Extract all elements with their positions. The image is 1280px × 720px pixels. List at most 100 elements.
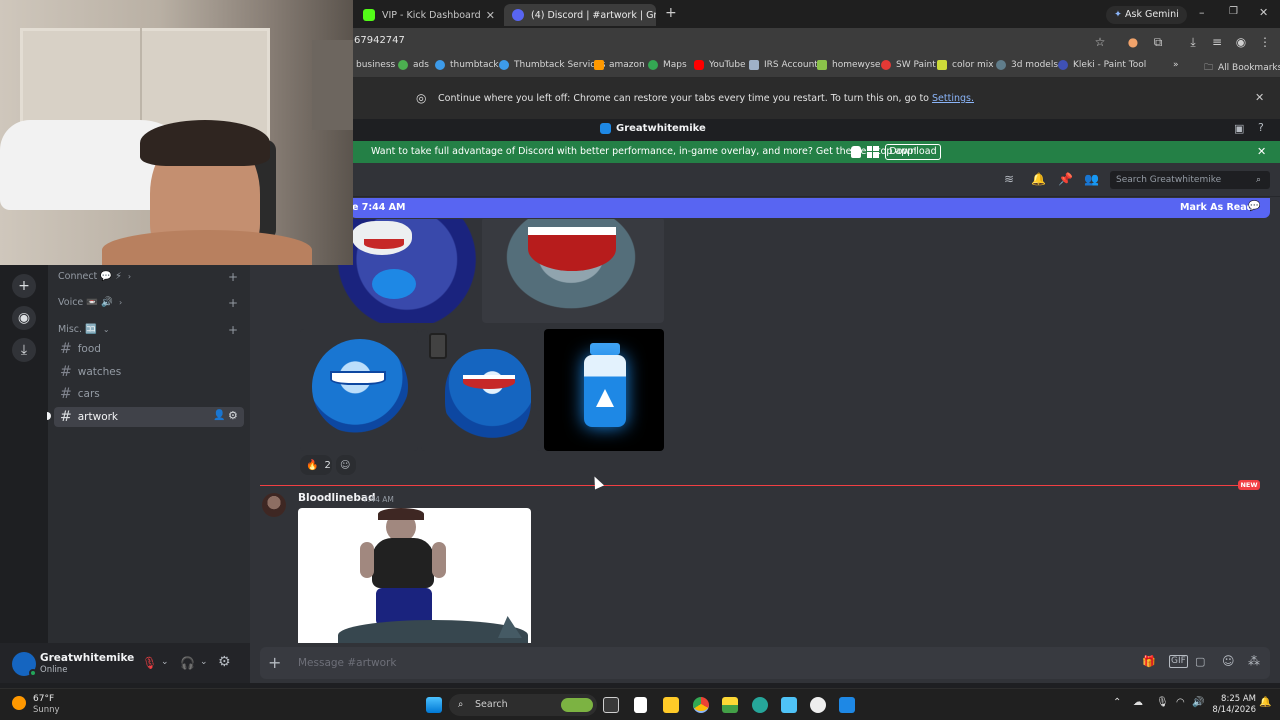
gift-icon[interactable]: 🎁 xyxy=(1142,655,1156,668)
discover-icon[interactable]: ◉ xyxy=(12,306,36,330)
bookmark-item[interactable]: ads xyxy=(398,60,429,70)
bell-icon[interactable]: 🔔 xyxy=(1031,172,1046,186)
man-riding-shark-image[interactable] xyxy=(298,508,531,643)
close-icon[interactable]: ✕ xyxy=(1257,145,1266,158)
chrome-icon[interactable] xyxy=(693,697,709,713)
close-window-icon[interactable]: ✕ xyxy=(1259,6,1268,19)
edge-icon[interactable] xyxy=(752,697,768,713)
category-voice[interactable]: Voice 📼 🔊 › + xyxy=(58,296,238,310)
star-icon[interactable]: ☆ xyxy=(1092,34,1108,50)
chevron-down-icon[interactable]: ⌄ xyxy=(200,657,208,667)
weather-text[interactable]: Sunny xyxy=(33,705,60,715)
sticker-icon[interactable]: ▢ xyxy=(1195,655,1205,668)
volume-icon[interactable]: 🔊 xyxy=(1192,697,1204,708)
headphones-icon[interactable]: 🎧 xyxy=(180,656,195,670)
chevron-up-icon[interactable]: ⌃ xyxy=(1113,697,1121,708)
category-misc[interactable]: Misc. 🈁 ⌄ + xyxy=(58,323,238,337)
close-icon[interactable]: ✕ xyxy=(486,9,495,22)
threads-icon[interactable]: ≋ xyxy=(1004,172,1014,186)
mark-as-read-button[interactable]: Mark As Read xyxy=(1180,202,1253,213)
ask-gemini-button[interactable]: ✦ Ask Gemini xyxy=(1106,6,1187,24)
bookmark-item[interactable]: amazon xyxy=(594,60,645,70)
inbox-icon[interactable]: ▣ xyxy=(1234,122,1244,135)
task-view-icon[interactable] xyxy=(603,697,619,713)
help-icon[interactable]: ? xyxy=(1258,121,1264,134)
download-button[interactable]: Download xyxy=(885,144,941,160)
channel-food[interactable]: # food xyxy=(54,339,244,359)
bookmark-item[interactable]: Maps xyxy=(648,60,687,70)
close-icon[interactable]: ✕ xyxy=(1255,91,1264,104)
obs-icon[interactable] xyxy=(810,697,826,713)
clock-date[interactable]: 8/14/2026 xyxy=(1210,705,1256,715)
bookmark-item[interactable]: color mix xyxy=(937,60,994,70)
extension-avatar-icon[interactable]: ● xyxy=(1125,34,1141,50)
gif-icon[interactable]: GIF xyxy=(1169,655,1188,668)
app-icon[interactable] xyxy=(839,697,855,713)
bookmark-item[interactable]: homewyse xyxy=(817,60,880,70)
gear-icon[interactable]: ⚙ xyxy=(228,409,238,422)
download-icon[interactable]: ⤓ xyxy=(1185,34,1201,50)
download-apps-icon[interactable]: ⤓ xyxy=(12,338,36,362)
reaction-fire[interactable]: 🔥 2 xyxy=(300,455,332,475)
clock-time[interactable]: 8:25 AM xyxy=(1216,694,1256,704)
notification-bell-icon[interactable]: 🔔 xyxy=(1259,697,1271,708)
app-icon[interactable] xyxy=(722,697,738,713)
microphone-icon[interactable]: 🎙 xyxy=(1156,697,1169,708)
add-channel-icon[interactable]: + xyxy=(228,270,238,284)
settings-gear-icon[interactable]: ⚙ xyxy=(218,654,231,670)
bookmark-item[interactable]: 3d models xyxy=(996,60,1058,70)
bookmark-item[interactable]: Kleki - Paint Tool xyxy=(1058,60,1146,70)
taskbar-search[interactable]: ⌕ Search xyxy=(449,694,597,716)
bookmark-item[interactable]: IRS Account xyxy=(749,60,818,70)
shark-selfie-image[interactable] xyxy=(421,329,541,451)
bookmark-item[interactable]: SW Paint xyxy=(881,60,936,70)
avatar[interactable] xyxy=(262,493,286,517)
channel-watches[interactable]: # watches xyxy=(54,362,244,382)
invite-icon[interactable]: 👤 xyxy=(213,410,225,421)
mic-muted-icon[interactable]: 🎙 xyxy=(142,656,157,670)
url-text[interactable]: 67942747 xyxy=(354,35,405,46)
windows-start-icon[interactable] xyxy=(426,697,442,713)
tab-kick-dashboard[interactable]: VIP - Kick Dashboard ✕ xyxy=(355,4,503,26)
menu-icon[interactable]: ⋮ xyxy=(1257,34,1273,50)
tab-discord[interactable]: (4) Discord | #artwork | Greatwhitemike … xyxy=(504,4,656,26)
shark-syringe-image[interactable] xyxy=(300,329,418,451)
all-bookmarks[interactable]: 🗀 All Bookmarks xyxy=(1204,60,1280,76)
add-channel-icon[interactable]: + xyxy=(228,296,238,310)
vial-image[interactable] xyxy=(544,329,664,451)
add-reaction-button[interactable]: ☺ xyxy=(336,455,356,475)
members-icon[interactable]: 👥 xyxy=(1084,172,1099,186)
avatar[interactable] xyxy=(12,652,37,677)
new-tab-icon[interactable]: + xyxy=(665,5,677,21)
add-server-icon[interactable]: + xyxy=(12,274,36,298)
add-channel-icon[interactable]: + xyxy=(228,323,238,337)
notes-icon[interactable] xyxy=(781,697,797,713)
category-connect[interactable]: Connect 💬 ⚡ › + xyxy=(58,270,238,284)
profile-icon[interactable]: ◉ xyxy=(1233,34,1249,50)
minimize-icon[interactable]: – xyxy=(1199,6,1205,19)
emoji-icon[interactable]: ☺ xyxy=(1222,654,1235,668)
media-icon[interactable]: ≡ xyxy=(1209,34,1225,50)
more-bookmarks-icon[interactable]: » xyxy=(1173,60,1179,70)
extensions-icon[interactable]: ⧉ xyxy=(1150,34,1166,50)
wifi-icon[interactable]: ◠ xyxy=(1176,697,1185,708)
weather-temp[interactable]: 67°F xyxy=(33,694,54,704)
shark-grin-image[interactable] xyxy=(482,219,664,323)
bookmark-item[interactable]: YouTube xyxy=(694,60,746,70)
bookmark-item[interactable]: thumbtack xyxy=(435,60,499,70)
notepad-icon[interactable] xyxy=(634,697,647,713)
search-input[interactable]: Search Greatwhitemike ⌕ xyxy=(1110,171,1270,189)
channel-cars[interactable]: # cars xyxy=(54,384,244,404)
settings-link[interactable]: Settings. xyxy=(932,93,974,104)
network-status-icon[interactable]: ☁ xyxy=(1133,697,1143,708)
bookmark-item[interactable]: Thumbtack Services xyxy=(499,60,605,70)
add-attachment-icon[interactable]: + xyxy=(268,653,281,672)
restore-window-icon[interactable]: ❐ xyxy=(1229,6,1238,17)
chevron-down-icon[interactable]: ⌄ xyxy=(161,657,169,667)
pin-icon[interactable]: 📌 xyxy=(1058,172,1073,186)
channel-artwork[interactable]: # artwork 👤 ⚙ xyxy=(54,407,244,427)
file-explorer-icon[interactable] xyxy=(663,697,679,713)
new-messages-banner[interactable]: e 7:44 AM Mark As Read 💬 xyxy=(350,198,1270,218)
bookmark-item[interactable]: business xyxy=(356,60,395,70)
message-input[interactable] xyxy=(298,655,1098,671)
